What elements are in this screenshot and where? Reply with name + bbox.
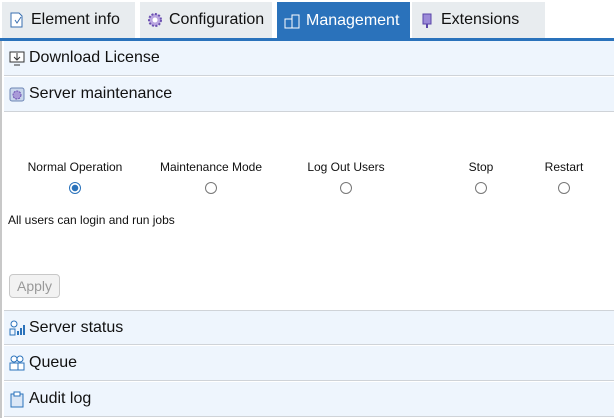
tab-label: Management	[306, 11, 400, 29]
apply-button[interactable]: Apply	[9, 274, 60, 298]
tab-label: Configuration	[169, 11, 265, 28]
management-icon	[284, 14, 300, 28]
clipboard-icon	[10, 391, 24, 408]
users-queue-icon	[9, 355, 25, 371]
option-label: Stop	[468, 160, 494, 174]
radio-normal-operation[interactable]	[69, 182, 81, 194]
tab-configuration[interactable]: Configuration	[140, 2, 272, 38]
option-label: Restart	[544, 160, 584, 174]
plugin-icon	[422, 13, 432, 28]
tab-management[interactable]: Management	[277, 2, 410, 39]
section-queue[interactable]: Queue	[4, 346, 614, 381]
document-icon	[10, 12, 23, 28]
section-title: Audit log	[29, 390, 92, 407]
server-gear-icon	[9, 87, 25, 102]
radio-log-out-users[interactable]	[340, 182, 352, 194]
management-panel: Download License Server maintenance Norm…	[0, 41, 614, 418]
tab-extensions[interactable]: Extensions	[412, 2, 545, 38]
tab-label: Extensions	[441, 11, 520, 28]
tab-element-info[interactable]: Element info	[2, 2, 135, 38]
section-server-status[interactable]: Server status	[4, 310, 614, 345]
radio-maintenance-mode[interactable]	[205, 182, 217, 194]
option-label: Normal Operation	[27, 160, 123, 174]
option-maintenance-mode[interactable]: Maintenance Mode	[146, 160, 276, 194]
section-title: Queue	[29, 354, 78, 371]
option-log-out-users[interactable]: Log Out Users	[281, 160, 411, 194]
section-server-maintenance[interactable]: Server maintenance	[4, 77, 614, 112]
tab-label: Element info	[31, 11, 120, 28]
section-title: Server maintenance	[29, 85, 173, 102]
server-status-icon	[9, 320, 25, 335]
mode-description: All users can login and run jobs	[8, 213, 175, 227]
section-download-license[interactable]: Download License	[4, 41, 614, 76]
option-label: Maintenance Mode	[159, 160, 263, 174]
option-normal-operation[interactable]: Normal Operation	[10, 160, 140, 194]
gear-icon	[148, 13, 162, 27]
radio-stop[interactable]	[475, 182, 487, 194]
radio-restart[interactable]	[558, 182, 570, 194]
section-audit-log[interactable]: Audit log	[4, 382, 614, 417]
download-icon	[9, 51, 25, 66]
option-label: Log Out Users	[307, 160, 385, 174]
section-title: Download License	[29, 49, 160, 66]
option-restart[interactable]: Restart	[499, 160, 614, 194]
section-title: Server status	[29, 318, 124, 336]
tab-bar: Element info Configuration Management Ex…	[0, 2, 614, 39]
